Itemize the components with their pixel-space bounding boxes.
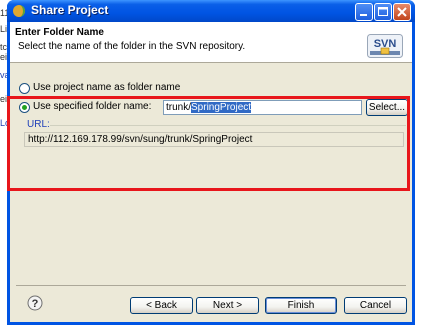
finish-button[interactable]: Finish (265, 297, 337, 314)
minimize-icon (360, 14, 367, 16)
close-icon (397, 7, 407, 17)
background-text: ei (0, 52, 8, 62)
svg-text:?: ? (32, 298, 39, 310)
svn-logo-icon: SVN (367, 34, 403, 58)
svn-logo-text: SVN (374, 38, 397, 50)
red-highlight-box (7, 96, 410, 191)
radio-button[interactable] (19, 83, 30, 94)
wizard-header: Enter Folder Name Select the name of the… (10, 22, 412, 63)
maximize-icon (378, 7, 388, 16)
help-icon[interactable]: ? (27, 295, 43, 311)
close-button[interactable] (393, 3, 411, 21)
back-button[interactable]: < Back (130, 297, 193, 314)
cancel-button[interactable]: Cancel (344, 297, 407, 314)
page-description: Select the name of the folder in the SVN… (18, 41, 246, 52)
footer-separator (16, 285, 406, 286)
background-text: tc (0, 42, 8, 52)
background-text: Li (0, 24, 8, 34)
radio-label-project-name: Use project name as folder name (33, 82, 181, 93)
dialog-title: Share Project (31, 3, 109, 17)
page-title: Enter Folder Name (15, 27, 104, 38)
background-text: ei (0, 94, 8, 104)
minimize-button[interactable] (355, 3, 373, 21)
maximize-button[interactable] (374, 3, 392, 21)
next-button[interactable]: Next > (196, 297, 259, 314)
title-bar[interactable]: Share Project (7, 0, 415, 22)
eclipse-icon (13, 5, 25, 17)
